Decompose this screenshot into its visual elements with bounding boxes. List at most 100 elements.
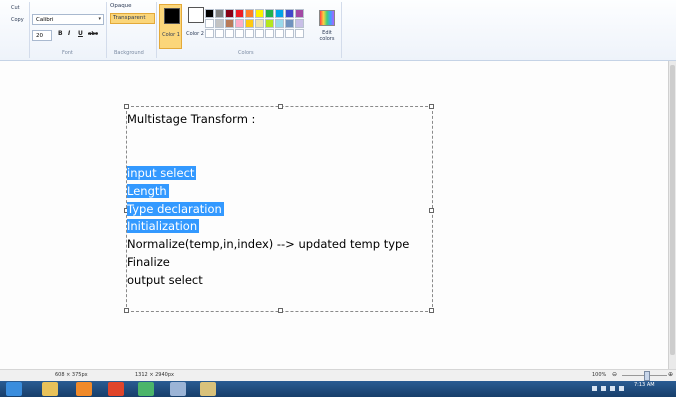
- canvas-text-line: Finalize: [127, 254, 170, 271]
- scrollbar-thumb[interactable]: [670, 65, 675, 355]
- color-swatch[interactable]: [205, 29, 214, 38]
- canvas-text-line: output select: [127, 272, 203, 289]
- color-swatch[interactable]: [295, 19, 304, 28]
- status-bar: 608 × 375px 1312 × 2940px 100% ⊖ ⊕: [0, 369, 676, 381]
- resize-handle[interactable]: [278, 308, 283, 313]
- text-line-content: output select: [127, 273, 203, 288]
- vertical-scrollbar[interactable]: [668, 61, 676, 369]
- underline-button[interactable]: U: [78, 30, 83, 37]
- internet-explorer-icon[interactable]: [6, 382, 22, 396]
- color-swatch[interactable]: [245, 9, 254, 18]
- color-swatch[interactable]: [265, 9, 274, 18]
- color-swatch[interactable]: [285, 29, 294, 38]
- canvas-text-line: Initialization: [127, 218, 200, 235]
- clock[interactable]: 7:13 AM: [634, 382, 655, 388]
- resize-handle[interactable]: [278, 104, 283, 109]
- color-swatch[interactable]: [265, 29, 274, 38]
- color-swatch[interactable]: [235, 19, 244, 28]
- color-swatch[interactable]: [255, 29, 264, 38]
- color-swatch[interactable]: [285, 9, 294, 18]
- group-separator: [29, 2, 30, 58]
- color-swatch[interactable]: [225, 19, 234, 28]
- color1-label: Color 1: [162, 32, 180, 38]
- image-size: 1312 × 2940px: [135, 372, 174, 378]
- transparent-button[interactable]: Transparent: [110, 13, 155, 24]
- file-explorer-icon[interactable]: [42, 382, 58, 396]
- app-icon[interactable]: [138, 382, 154, 396]
- selection-size: 608 × 375px: [55, 372, 88, 378]
- color-swatch[interactable]: [295, 9, 304, 18]
- resize-handle[interactable]: [429, 308, 434, 313]
- group-separator: [341, 2, 342, 58]
- color-swatch[interactable]: [275, 19, 284, 28]
- color-swatch[interactable]: [235, 9, 244, 18]
- resize-handle[interactable]: [429, 104, 434, 109]
- zoom-slider-handle[interactable]: [644, 371, 650, 381]
- group-separator: [106, 2, 107, 58]
- copy-button[interactable]: Copy: [11, 17, 24, 23]
- network-icon[interactable]: [610, 386, 615, 391]
- color-swatch[interactable]: [215, 9, 224, 18]
- color-swatch[interactable]: [275, 9, 284, 18]
- color-swatch[interactable]: [225, 9, 234, 18]
- opaque-label: Opaque: [110, 3, 132, 9]
- color-swatch[interactable]: [205, 9, 214, 18]
- app-icon[interactable]: [200, 382, 216, 396]
- italic-button[interactable]: I: [68, 30, 70, 37]
- colors-group-label: Colors: [238, 50, 254, 56]
- background-group-label: Background: [114, 50, 144, 56]
- volume-icon[interactable]: [619, 386, 624, 391]
- zoom-in-button[interactable]: ⊕: [668, 371, 673, 378]
- edit-colors-label: Edit colors: [319, 30, 335, 42]
- color-swatch[interactable]: [255, 19, 264, 28]
- color2-swatch: [188, 7, 204, 23]
- color-swatch[interactable]: [245, 29, 254, 38]
- font-size-dropdown[interactable]: 20: [32, 30, 52, 41]
- zoom-level: 100%: [592, 372, 607, 378]
- font-family-value: Calibri: [36, 17, 54, 23]
- ribbon: Cut Copy Calibri ▾ 20 B I U abc Font Opa…: [0, 0, 676, 61]
- color2-label: Color 2: [186, 31, 204, 37]
- bold-button[interactable]: B: [58, 30, 63, 37]
- text-line-content: Normalize(temp,in,index) --> updated tem…: [127, 237, 410, 252]
- taskbar: 7:13 AM: [0, 381, 676, 397]
- color-swatch[interactable]: [255, 9, 264, 18]
- resize-handle[interactable]: [429, 208, 434, 213]
- color-swatch[interactable]: [235, 29, 244, 38]
- color-swatch[interactable]: [265, 19, 274, 28]
- zoom-out-button[interactable]: ⊖: [612, 371, 617, 378]
- canvas-text-line: input select: [127, 165, 197, 182]
- color-swatch[interactable]: [225, 29, 234, 38]
- font-family-dropdown[interactable]: Calibri ▾: [32, 14, 104, 25]
- font-group-label: Font: [62, 50, 73, 56]
- tray-icon[interactable]: [601, 386, 606, 391]
- selected-text: Type declaration: [127, 201, 224, 216]
- color1-swatch: [164, 8, 180, 24]
- color-swatch[interactable]: [205, 19, 214, 28]
- color2-button[interactable]: Color 2: [184, 4, 207, 49]
- edit-colors-button[interactable]: Edit colors: [316, 8, 338, 48]
- cut-button[interactable]: Cut: [11, 5, 20, 11]
- strikethrough-button[interactable]: abc: [88, 31, 98, 37]
- color1-button[interactable]: Color 1: [159, 4, 182, 49]
- tray-icon[interactable]: [592, 386, 597, 391]
- opaque-button[interactable]: Opaque: [110, 3, 132, 9]
- color-swatch[interactable]: [215, 29, 224, 38]
- color-swatch[interactable]: [295, 29, 304, 38]
- resize-handle[interactable]: [124, 104, 129, 109]
- paint-icon[interactable]: [170, 382, 186, 396]
- resize-handle[interactable]: [124, 308, 129, 313]
- selected-text: Length: [127, 183, 169, 198]
- canvas-text-line: Multistage Transform :: [127, 111, 255, 128]
- color-swatch[interactable]: [275, 29, 284, 38]
- color-swatch[interactable]: [285, 19, 294, 28]
- selected-text: Initialization: [127, 219, 200, 234]
- chevron-down-icon: ▾: [98, 16, 101, 22]
- color-swatch[interactable]: [245, 19, 254, 28]
- chrome-icon[interactable]: [108, 382, 124, 396]
- group-separator: [156, 2, 157, 58]
- transparent-label: Transparent: [113, 15, 146, 21]
- color-swatch[interactable]: [215, 19, 224, 28]
- edit-colors-icon: [319, 10, 335, 26]
- media-player-icon[interactable]: [76, 382, 92, 396]
